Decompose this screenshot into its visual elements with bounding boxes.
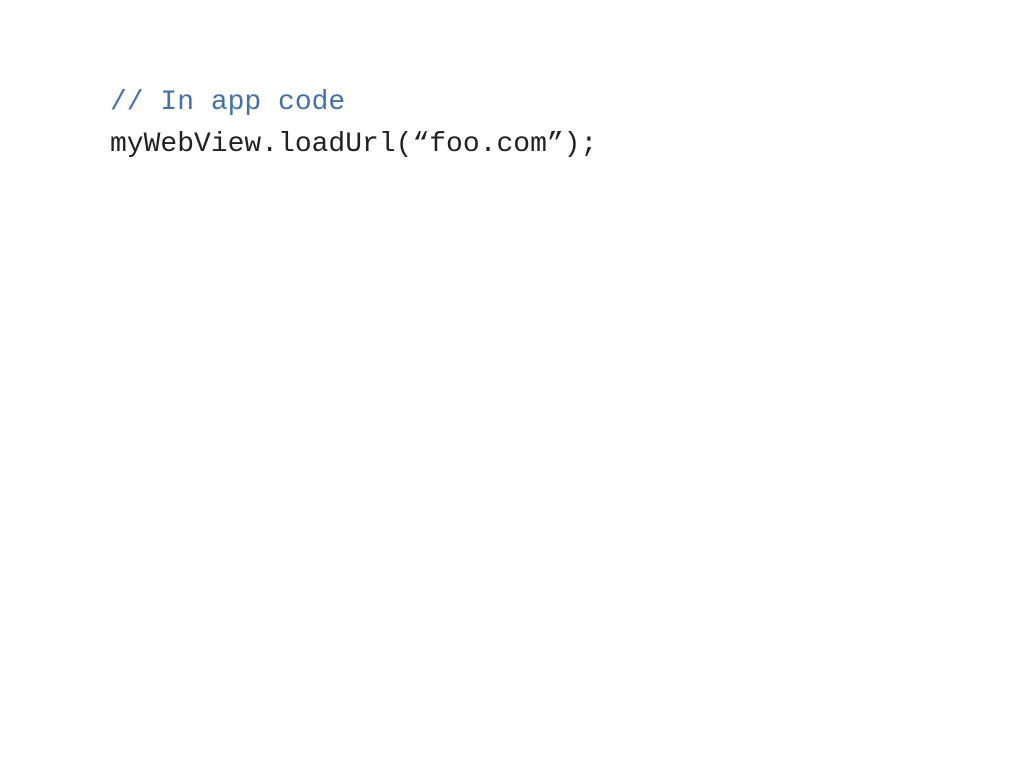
code-comment: // In app code [110, 82, 1024, 124]
code-line: myWebView.loadUrl(“foo.com”); [110, 124, 1024, 166]
slide-content: // In app code myWebView.loadUrl(“foo.co… [110, 82, 1024, 166]
